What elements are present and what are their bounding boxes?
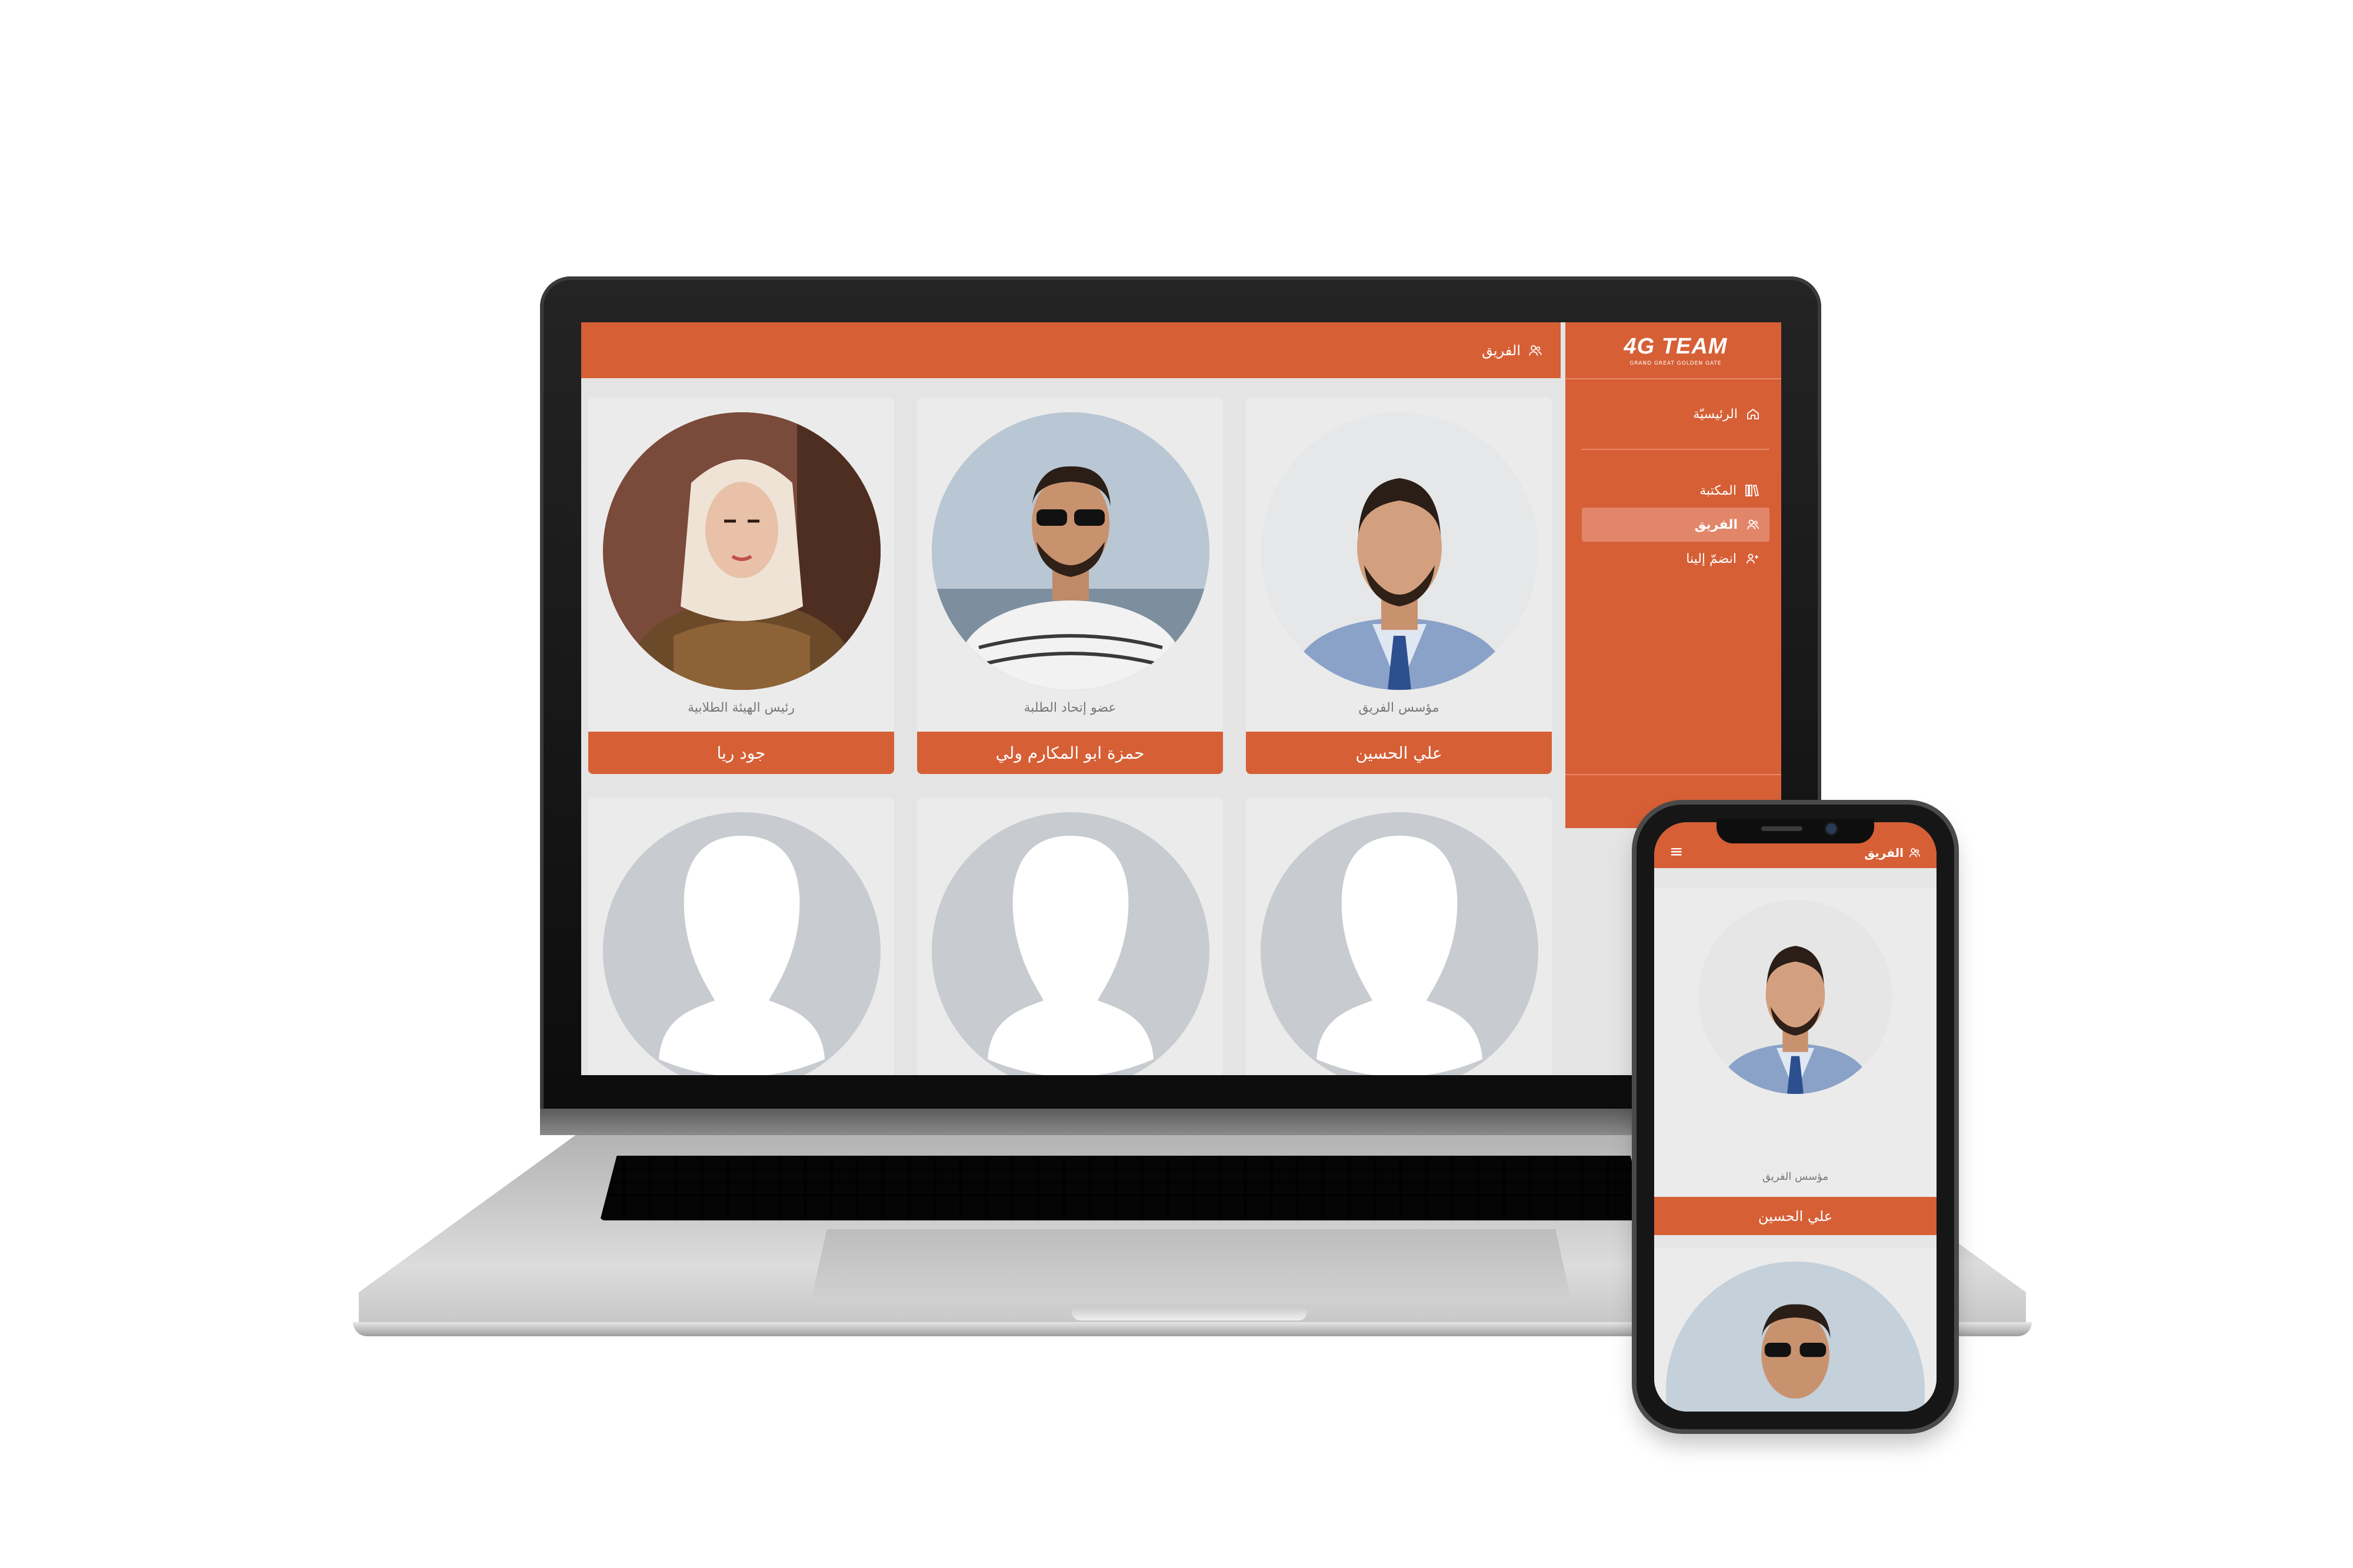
sidebar-footer-divider bbox=[1565, 774, 1781, 775]
member-photo bbox=[932, 412, 1209, 690]
sidebar-item-label: انضمّ إلينا bbox=[1686, 551, 1737, 566]
member-card[interactable]: مؤسس الفريق علي الحسين bbox=[1654, 888, 1937, 1235]
sidebar-item-team[interactable]: الفريق bbox=[1582, 508, 1769, 542]
laptop-hinge bbox=[540, 1109, 1821, 1135]
page-title: الفريق bbox=[1481, 342, 1521, 359]
member-photo bbox=[1261, 412, 1538, 690]
sidebar: 4G TEAM GRAND GREAT GOLDEN GATE الرئيسيّ… bbox=[1565, 322, 1781, 828]
sidebar-nav: الرئيسيّة المكتبة الفريق انضمّ إلينا bbox=[1565, 379, 1781, 576]
laptop-keyboard bbox=[600, 1156, 1647, 1220]
member-photo bbox=[1698, 900, 1892, 1094]
laptop-trackpad bbox=[812, 1229, 1571, 1297]
phone-speaker bbox=[1761, 826, 1802, 831]
phone-camera-icon bbox=[1826, 823, 1837, 834]
sidebar-divider bbox=[1582, 449, 1769, 450]
sidebar-item-library[interactable]: المكتبة bbox=[1582, 473, 1769, 508]
member-card[interactable]: عضو إتحاد الطلبة حمزة ابو المكارم ولي bbox=[917, 398, 1223, 774]
home-icon bbox=[1746, 407, 1760, 421]
sidebar-item-label: الفريق bbox=[1694, 517, 1738, 532]
member-role: رئيس الهيئة الطلابية bbox=[688, 700, 795, 715]
placeholder-avatar-icon bbox=[1261, 812, 1538, 1075]
member-role: مؤسس الفريق bbox=[1762, 1170, 1829, 1183]
team-icon bbox=[1908, 846, 1921, 859]
member-card-placeholder[interactable] bbox=[588, 798, 894, 1075]
menu-icon[interactable]: ≡ bbox=[1669, 843, 1683, 860]
phone-notch bbox=[1717, 819, 1874, 843]
sidebar-item-home[interactable]: الرئيسيّة bbox=[1582, 397, 1769, 431]
add-user-icon bbox=[1745, 552, 1760, 566]
top-bar: الفريق bbox=[581, 322, 1561, 378]
member-name[interactable]: جود ريا bbox=[588, 732, 894, 774]
member-card[interactable]: رئيس الهيئة الطلابية جود ريا bbox=[588, 398, 894, 774]
placeholder-avatar-icon bbox=[603, 812, 881, 1075]
phone-page-title: الفريق bbox=[1864, 846, 1904, 860]
member-name[interactable]: حمزة ابو المكارم ولي bbox=[917, 732, 1223, 774]
logo-text: 4G TEAM bbox=[1624, 334, 1728, 359]
member-name[interactable]: علي الحسين bbox=[1654, 1197, 1937, 1235]
sidebar-item-label: الرئيسيّة bbox=[1693, 406, 1738, 422]
placeholder-avatar-icon bbox=[932, 812, 1209, 1075]
member-card-placeholder[interactable] bbox=[1246, 798, 1552, 1075]
member-card[interactable]: مؤسس الفريق علي الحسين bbox=[1246, 398, 1552, 774]
laptop-opening-notch bbox=[1072, 1309, 1307, 1320]
team-icon bbox=[1528, 343, 1543, 358]
member-name[interactable]: علي الحسين bbox=[1246, 732, 1552, 774]
logo-tagline: GRAND GREAT GOLDEN GATE bbox=[1629, 361, 1722, 366]
team-icon bbox=[1746, 518, 1760, 532]
sidebar-item-join[interactable]: انضمّ إلينا bbox=[1582, 542, 1769, 576]
member-role: عضو إتحاد الطلبة bbox=[1024, 700, 1116, 715]
brand-logo[interactable]: 4G TEAM GRAND GREAT GOLDEN GATE bbox=[1565, 322, 1781, 379]
member-photo bbox=[1666, 1262, 1925, 1412]
library-icon bbox=[1745, 483, 1760, 498]
member-role: مؤسس الفريق bbox=[1358, 700, 1439, 715]
member-card-placeholder[interactable] bbox=[917, 798, 1223, 1075]
member-photo bbox=[603, 412, 881, 690]
member-card[interactable] bbox=[1654, 1249, 1937, 1412]
sidebar-item-label: المكتبة bbox=[1699, 483, 1737, 498]
laptop-screen: الفريق 4G TEAM GRAND GREAT GOLDEN GATE ا… bbox=[581, 322, 1781, 1075]
phone-screen: ≡ الفريق مؤسس الفريق علي الحسين bbox=[1654, 822, 1937, 1412]
